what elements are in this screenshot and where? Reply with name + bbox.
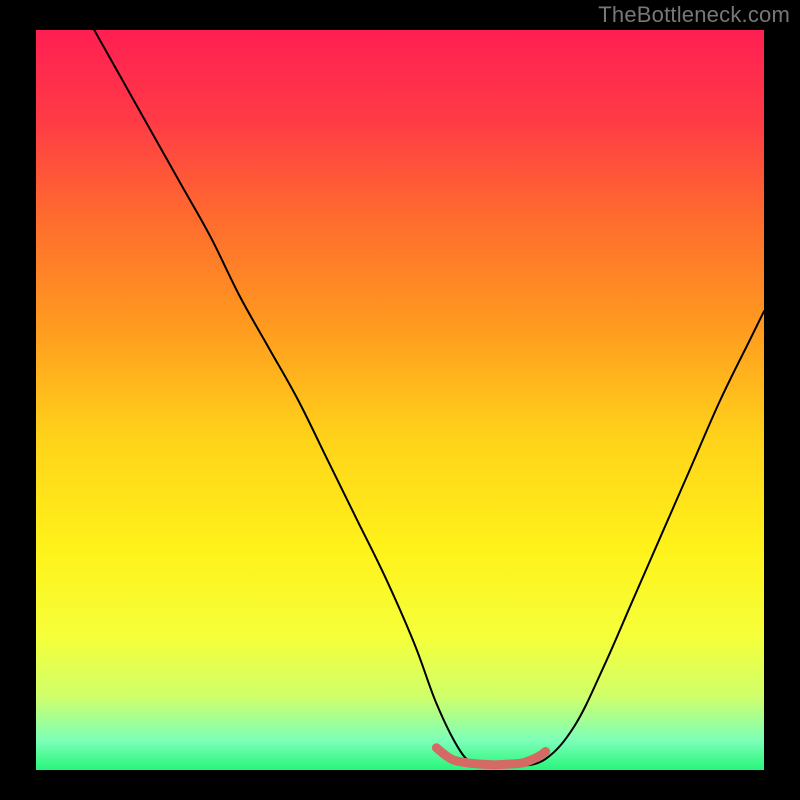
chart-frame: TheBottleneck.com — [0, 0, 800, 800]
plot-area — [36, 30, 764, 770]
gradient-background — [36, 30, 764, 770]
chart-svg — [36, 30, 764, 770]
watermark-text: TheBottleneck.com — [598, 2, 790, 28]
